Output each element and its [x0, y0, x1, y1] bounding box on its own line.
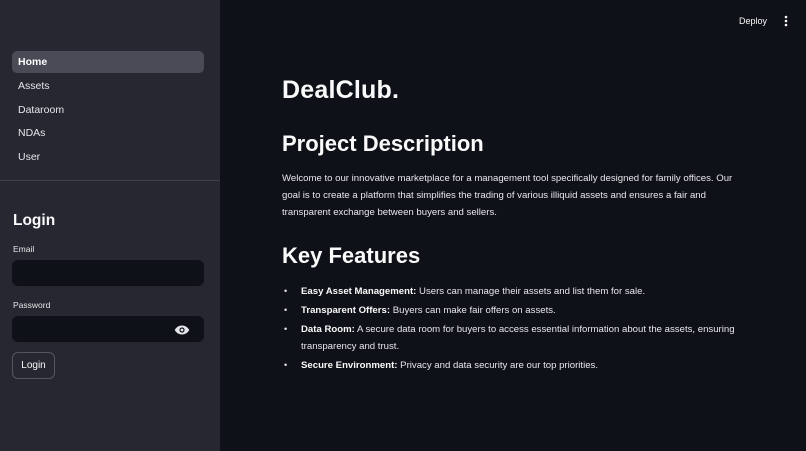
sidebar-item-dataroom[interactable]: Dataroom	[12, 99, 204, 121]
sidebar-nav: Home Assets Dataroom NDAs User	[12, 51, 204, 170]
sidebar-item-home[interactable]: Home	[12, 51, 204, 73]
list-item: • Easy Asset Management: Users can manage…	[282, 283, 762, 300]
password-field-container	[12, 316, 204, 342]
page-title: DealClub.	[282, 76, 400, 104]
key-features-heading: Key Features	[282, 243, 421, 268]
feature-title: Easy Asset Management:	[301, 286, 417, 297]
sidebar-divider	[0, 180, 220, 181]
sidebar-item-ndas[interactable]: NDAs	[12, 122, 204, 144]
bullet-icon: •	[284, 305, 288, 315]
feature-text: Users can manage their assets and list t…	[416, 286, 646, 297]
password-field[interactable]	[12, 316, 172, 342]
feature-text: Buyers can make fair offers on assets.	[390, 305, 556, 316]
password-label: Password	[13, 300, 51, 310]
features-list: • Easy Asset Management: Users can manage…	[282, 283, 762, 376]
app-root: Home Assets Dataroom NDAs User Login Ema…	[0, 0, 806, 451]
sidebar: Home Assets Dataroom NDAs User Login Ema…	[0, 0, 220, 451]
project-description-text: Welcome to our innovative marketplace fo…	[282, 173, 733, 218]
sidebar-item-assets[interactable]: Assets	[12, 75, 204, 97]
email-field-container	[12, 260, 204, 286]
feature-title: Transparent Offers:	[301, 305, 391, 316]
list-item: • Transparent Offers: Buyers can make fai…	[282, 302, 762, 319]
feature-text: Privacy and data security are our top pr…	[397, 360, 598, 371]
feature-title: Secure Environment:	[301, 360, 398, 371]
bullet-icon: •	[284, 324, 288, 334]
list-item: • Data Room: A secure data room for buyer…	[282, 321, 762, 355]
sidebar-item-user[interactable]: User	[12, 146, 204, 168]
email-field[interactable]	[12, 260, 204, 286]
show-password-eye-icon[interactable]	[174, 323, 190, 335]
project-description-heading: Project Description	[282, 131, 484, 156]
list-item: • Secure Environment: Privacy and data se…	[282, 357, 762, 374]
feature-text: A secure data room for buyers to access …	[301, 324, 735, 352]
deploy-button[interactable]: Deploy	[731, 13, 775, 29]
login-heading: Login	[13, 212, 56, 229]
bullet-icon: •	[284, 360, 288, 370]
bullet-icon: •	[284, 286, 288, 296]
email-label: Email	[13, 244, 35, 254]
feature-title: Data Room:	[301, 324, 355, 335]
vertical-ellipsis-icon[interactable]	[780, 13, 792, 29]
login-button[interactable]: Login	[12, 352, 55, 379]
